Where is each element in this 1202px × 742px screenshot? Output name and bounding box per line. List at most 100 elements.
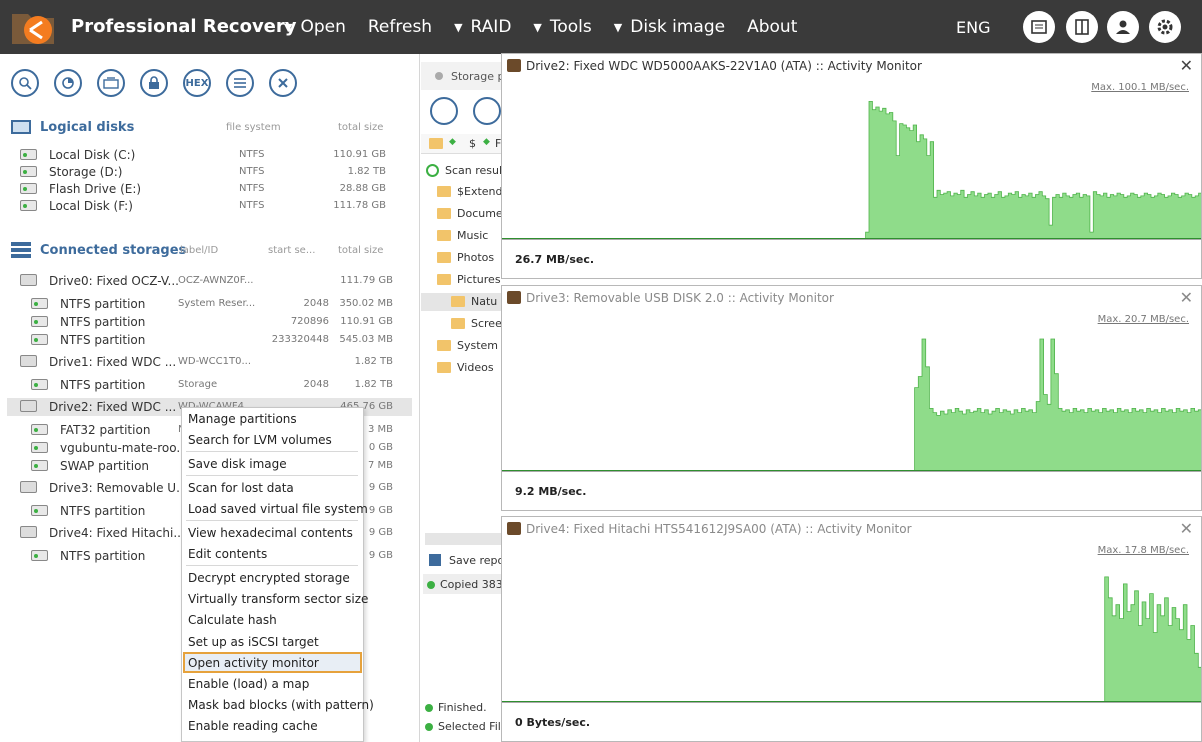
path-arrow-icon: ◆	[449, 137, 456, 147]
drive-icon	[20, 526, 37, 538]
storage-pr-panel: Storage pr ◆ $ ◆ F Scan result Save repo…	[421, 54, 510, 742]
storage-name: NTFS partition	[60, 549, 146, 563]
context-menu-item[interactable]: Search for LVM volumes	[188, 433, 332, 447]
logical-disk-row[interactable]: Storage (D:) NTFS 1.82 TB	[0, 163, 412, 181]
partition-icon	[20, 149, 37, 160]
folder-tree-item[interactable]: Pictures	[421, 271, 501, 289]
column-file-system: file system	[226, 122, 281, 133]
menu-refresh[interactable]: Refresh	[368, 17, 432, 37]
partition-row[interactable]: NTFS partition System Reser... 2048 350.02 …	[7, 295, 412, 313]
partition-row[interactable]: NTFS partition 233320448 545.03 MB	[7, 331, 412, 349]
lock-icon[interactable]	[140, 69, 168, 97]
partition-icon	[20, 183, 37, 194]
folder-tree-item[interactable]: Music	[421, 227, 501, 245]
folder-tree-item[interactable]: System	[421, 337, 501, 355]
drive-row[interactable]: Drive0: Fixed OCZ-V... OCZ-AWNZ0F... 111.7…	[7, 272, 412, 290]
list-icon[interactable]	[226, 69, 254, 97]
context-menu-item[interactable]: Manage partitions	[188, 412, 297, 426]
menu-open[interactable]: ▼ Open	[284, 17, 346, 37]
context-menu-item[interactable]: Virtually transform sector size	[188, 592, 368, 606]
context-menu-item[interactable]: Open activity monitor	[188, 656, 319, 670]
folder-tree-item[interactable]: Videos	[421, 359, 501, 377]
context-menu-item[interactable]: View hexadecimal contents	[188, 526, 353, 540]
drive-icon[interactable]	[430, 97, 458, 125]
folder-icon	[437, 274, 451, 285]
path-bar: ◆ $ ◆ F	[421, 134, 501, 154]
context-menu-item[interactable]: Set up as iSCSI target	[188, 635, 319, 649]
context-menu-item[interactable]: Decrypt encrypted storage	[188, 571, 350, 585]
activity-monitor-window[interactable]: Drive2: Fixed WDC WD5000AAKS-22V1A0 (ATA…	[501, 53, 1202, 279]
settings-icon[interactable]	[1149, 11, 1181, 43]
image-icon[interactable]	[97, 69, 125, 97]
dropdown-arrow-icon: ▼	[533, 20, 542, 34]
storage-name: Drive4: Fixed Hitachi...	[49, 526, 185, 540]
activity-monitor-titlebar[interactable]: Drive3: Removable USB DISK 2.0 :: Activi…	[502, 286, 1201, 310]
partition-icon	[20, 200, 37, 211]
storage-size: 545.03 MB	[339, 334, 393, 345]
activity-area	[502, 338, 1201, 471]
logical-disk-fs: NTFS	[239, 200, 265, 211]
close-icon[interactable]: ✕	[1180, 288, 1193, 307]
close-icon[interactable]	[269, 69, 297, 97]
close-icon[interactable]: ✕	[1180, 519, 1193, 538]
tab-dot-icon	[435, 72, 443, 80]
folder-icon	[429, 138, 443, 149]
activity-area	[502, 101, 1201, 239]
close-icon[interactable]: ✕	[1180, 56, 1193, 75]
partition-icon	[31, 379, 48, 390]
storage-size: 111.79 GB	[340, 275, 393, 286]
main-menu: ▼ Open Refresh ▼ RAID ▼ Tools ▼ Disk image A…	[284, 17, 819, 37]
scan-icon[interactable]	[54, 69, 82, 97]
folder-tree-item[interactable]: Photos	[421, 249, 501, 267]
context-menu-item[interactable]: Save disk image	[188, 457, 287, 471]
panel-icon[interactable]	[1066, 11, 1098, 43]
storage-label: OCZ-AWNZ0F...	[178, 275, 254, 286]
menu-tools[interactable]: ▼ Tools	[533, 17, 591, 37]
column-start-sector: start se...	[268, 245, 316, 256]
drive-row[interactable]: Drive1: Fixed WDC ... WD-WCC1T0... 1.82 TB	[7, 353, 412, 371]
context-menu-item[interactable]: Edit contents	[188, 547, 267, 561]
folder-tree-item[interactable]: $Extend	[421, 183, 501, 201]
drive-icon	[20, 274, 37, 286]
user-icon[interactable]	[1107, 11, 1139, 43]
search-icon[interactable]	[11, 69, 39, 97]
current-speed: 9.2 MB/sec.	[515, 485, 587, 498]
logical-disk-row[interactable]: Local Disk (C:) NTFS 110.91 GB	[0, 146, 412, 164]
folder-tree-item[interactable]: Scree	[421, 315, 501, 333]
finished-status: Finished.	[425, 701, 487, 714]
context-menu-item[interactable]: Calculate hash	[188, 613, 277, 627]
activity-graph	[502, 576, 1201, 702]
activity-monitor-window[interactable]: Drive3: Removable USB DISK 2.0 :: Activi…	[501, 285, 1202, 511]
activity-monitor-titlebar[interactable]: Drive2: Fixed WDC WD5000AAKS-22V1A0 (ATA…	[502, 54, 1201, 78]
horizontal-scrollbar[interactable]	[425, 533, 501, 545]
save-report-button[interactable]: Save repor	[421, 551, 509, 571]
filter-icon[interactable]	[473, 97, 501, 125]
menu-about[interactable]: About	[747, 17, 797, 37]
menu-disk-image[interactable]: ▼ Disk image	[614, 17, 725, 37]
context-menu-item[interactable]: Scan for lost data	[188, 481, 294, 495]
folder-tree-item[interactable]: Documents	[421, 205, 501, 223]
context-menu-item[interactable]: Load saved virtual file system	[188, 502, 368, 516]
language-selector[interactable]: ENG	[956, 18, 990, 37]
logical-disk-row[interactable]: Flash Drive (E:) NTFS 28.88 GB	[0, 180, 412, 198]
storage-size: 7 MB	[367, 460, 393, 471]
context-menu-item[interactable]: Enable (load) a map	[188, 677, 309, 691]
tab-storage[interactable]: Storage pr	[421, 62, 501, 90]
app-title: Professional Recovery	[71, 16, 297, 37]
logical-disk-row[interactable]: Local Disk (F:) NTFS 111.78 GB	[0, 197, 412, 215]
menu-raid[interactable]: ▼ RAID	[454, 17, 511, 37]
log-icon[interactable]	[1023, 11, 1055, 43]
activity-monitor-titlebar[interactable]: Drive4: Fixed Hitachi HTS541612J9SA00 (A…	[502, 517, 1201, 541]
partition-row[interactable]: NTFS partition Storage 2048 1.82 TB	[7, 376, 412, 394]
column-total-size: total size	[338, 122, 384, 133]
context-menu-item[interactable]: Mask bad blocks (with pattern)	[188, 698, 374, 712]
hex-icon[interactable]: HEX	[183, 69, 211, 97]
activity-monitor-window[interactable]: Drive4: Fixed Hitachi HTS541612J9SA00 (A…	[501, 516, 1202, 742]
partition-icon	[31, 550, 48, 561]
drive-icon	[20, 481, 37, 493]
partition-row[interactable]: NTFS partition 720896 110.91 GB	[7, 313, 412, 331]
scan-result-node[interactable]: Scan result	[421, 162, 501, 180]
context-menu-item[interactable]: Enable reading cache	[188, 719, 318, 733]
folder-tree-item[interactable]: Natu	[421, 293, 501, 311]
storage-name: NTFS partition	[60, 297, 146, 311]
